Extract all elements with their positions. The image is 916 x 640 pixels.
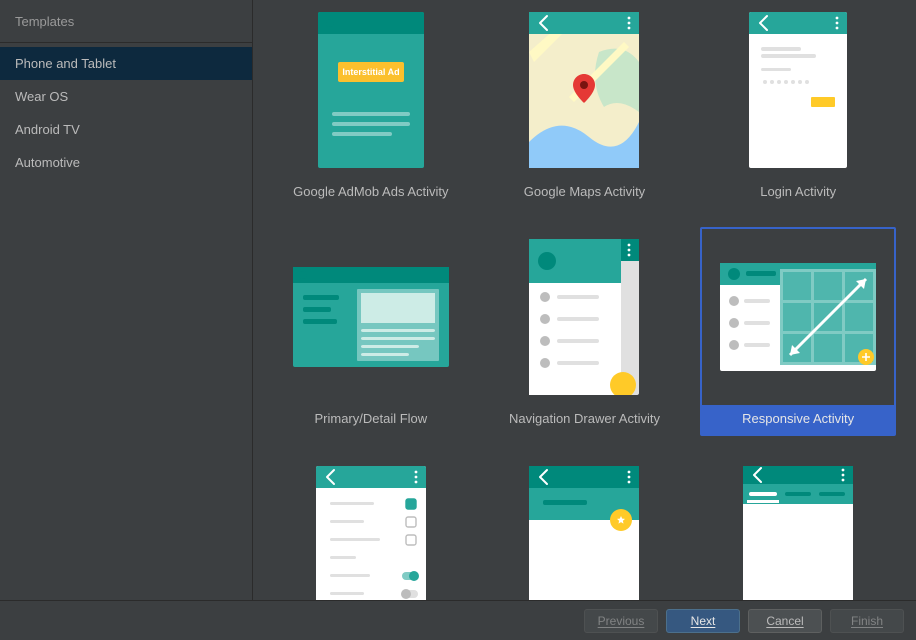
footer: Previous Next Cancel Finish [0,600,916,640]
sidebar-items: Phone and TabletWear OSAndroid TVAutomot… [0,43,252,179]
tabbed-icon [720,456,876,600]
scrolling-icon [506,456,662,600]
svg-text:Interstitial Ad: Interstitial Ad [342,67,399,77]
template-caption: Google Maps Activity [489,178,681,207]
template-card[interactable]: Primary/Detail Flow [273,227,469,436]
template-card[interactable] [273,454,469,600]
sidebar-header: Templates [0,0,252,43]
sidebar-item-automotive[interactable]: Automotive [0,146,252,179]
template-caption: Responsive Activity [702,405,894,434]
template-caption: Google AdMob Ads Activity [275,178,467,207]
admob-icon: Interstitial Ad [293,2,449,178]
template-caption: Login Activity [702,178,894,207]
sidebar-item-wear-os[interactable]: Wear OS [0,80,252,113]
finish-button[interactable]: Finish [830,609,904,633]
next-button[interactable]: Next [666,609,740,633]
nav-drawer-icon [506,229,662,405]
previous-button[interactable]: Previous [584,609,658,633]
cancel-button[interactable]: Cancel [748,609,822,633]
primary-detail-icon [293,229,449,405]
template-card[interactable] [700,454,896,600]
sidebar-item-android-tv[interactable]: Android TV [0,113,252,146]
responsive-icon [720,229,876,405]
template-card[interactable]: Navigation Drawer Activity [487,227,683,436]
sidebar: Templates Phone and TabletWear OSAndroid… [0,0,253,600]
template-caption: Navigation Drawer Activity [489,405,681,434]
settings-icon [293,456,449,600]
template-card[interactable]: Login Activity [700,0,896,209]
template-card[interactable] [487,454,683,600]
template-card[interactable]: Responsive Activity [700,227,896,436]
sidebar-item-phone-and-tablet[interactable]: Phone and Tablet [0,47,252,80]
template-card[interactable]: Interstitial Ad Google AdMob Ads Activity [273,0,469,209]
template-caption: Primary/Detail Flow [275,405,467,434]
template-card[interactable]: Google Maps Activity [487,0,683,209]
maps-icon [506,2,662,178]
template-grid: Interstitial Ad Google AdMob Ads Activity… [253,0,916,600]
login-icon [720,2,876,178]
